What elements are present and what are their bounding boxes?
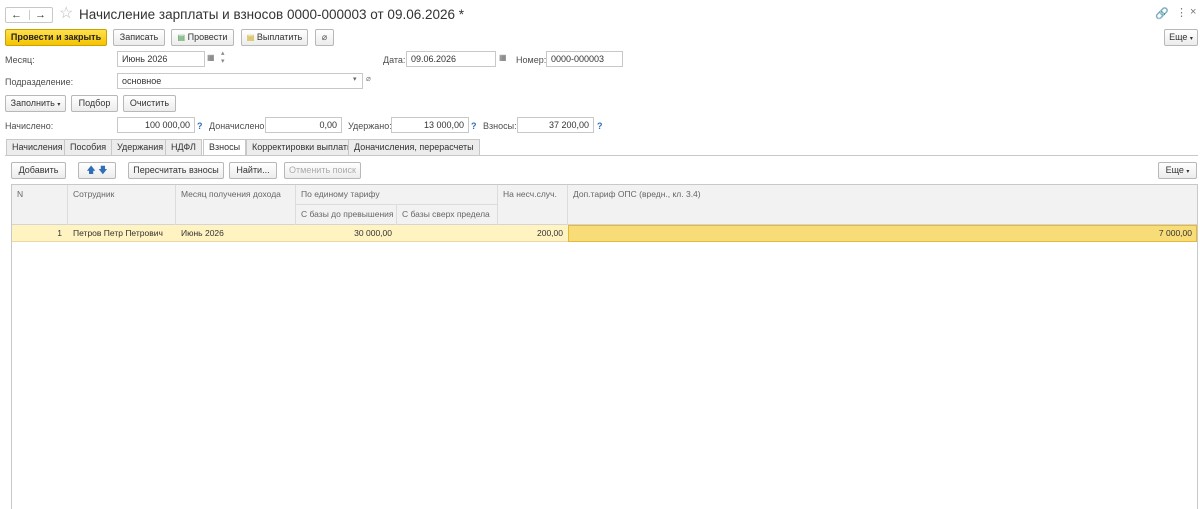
header-n[interactable]: N [17,189,23,200]
number-label: Номер: [516,55,547,65]
header-income-month[interactable]: Месяц получения дохода [181,189,281,200]
header-below-base[interactable]: С базы до превышения [301,209,394,220]
tab-ndfl[interactable]: НДФЛ [165,139,202,155]
accrued-field[interactable]: 100 000,00 [117,117,195,133]
add-row-button[interactable]: Добавить [11,162,66,179]
pay-button[interactable]: ▤ Выплатить [241,29,308,46]
date-field[interactable]: 09.06.2026 [406,51,496,67]
row-below-base: 30 000,00 [354,228,392,238]
extra-accrued-field[interactable]: 0,00 [265,117,342,133]
header-accident[interactable]: На несч.случ. [503,189,557,200]
withheld-field[interactable]: 13 000,00 [391,117,469,133]
row-employee: Петров Петр Петрович [73,228,163,238]
save-button[interactable]: Записать [113,29,165,46]
post-doc-icon: ▤ [177,33,186,42]
nav-divider [29,10,30,20]
month-field[interactable]: Июнь 2026 [117,51,205,67]
back-arrow-icon[interactable]: ← [11,8,22,22]
tab-payment-corrections[interactable]: Корректировки выплаты [246,139,360,155]
fill-chevron-down-icon: ▾ [57,102,61,108]
attach-button[interactable]: ⌀ [315,29,334,46]
more-button[interactable]: Еще ▾ [1164,29,1198,46]
row-extra-ops: 7 000,00 [1158,228,1192,238]
select-button[interactable]: Подбор [71,95,118,112]
pay-button-label: Выплатить [256,32,303,42]
table-more-label: Еще [1165,165,1184,175]
contributions-label: Взносы: [483,121,517,131]
move-down-icon[interactable]: 🡇 [98,165,107,175]
header-extra-ops[interactable]: Доп.тариф ОПС (вредн., кл. 3.4) [573,189,701,200]
contributions-help-icon[interactable]: ? [597,120,603,132]
month-spin-icon[interactable]: ▴ ▾ [221,50,225,66]
extra-accrued-label: Доначислено: [209,121,267,131]
post-and-close-button[interactable]: Провести и закрыть [5,29,107,46]
paperclip-icon: ⌀ [321,32,328,42]
forward-arrow-icon[interactable]: → [35,8,46,22]
tab-benefits[interactable]: Пособия [64,139,113,155]
table-more-button[interactable]: Еще ▾ [1158,162,1197,179]
page-title: Начисление зарплаты и взносов 0000-00000… [79,7,465,22]
clear-button[interactable]: Очистить [123,95,176,112]
link-icon[interactable]: 🔗 [1155,7,1169,20]
tab-contributions[interactable]: Взносы [203,139,247,156]
move-buttons: 🡅 🡇 [78,162,116,179]
number-field[interactable]: 0000-000003 [546,51,623,67]
calendar-icon[interactable]: ▦ [207,53,215,62]
tab-strip-line [5,155,1198,156]
tab-accruals[interactable]: Начисления [6,139,69,155]
header-above-base[interactable]: С базы сверх предела [402,209,490,220]
dropdown-icon[interactable]: ▾ [353,75,357,83]
header-employee[interactable]: Сотрудник [73,189,114,200]
close-icon[interactable]: × [1190,6,1196,18]
row-n: 1 [57,228,62,238]
move-up-icon[interactable]: 🡅 [86,165,95,175]
more-button-label: Еще [1169,32,1188,42]
fill-button-label: Заполнить [10,98,55,108]
department-field[interactable]: основное [117,73,363,89]
table-more-chevron-icon: ▾ [1186,169,1190,175]
withheld-label: Удержано: [348,121,392,131]
withheld-help-icon[interactable]: ? [471,120,477,132]
find-button[interactable]: Найти... [229,162,277,179]
favorite-star-icon[interactable]: ☆ [59,4,73,24]
date-calendar-icon[interactable]: ▦ [499,53,507,62]
cancel-search-button[interactable]: Отменить поиск [284,162,361,179]
recalc-contributions-button[interactable]: Пересчитать взносы [128,162,224,179]
department-label: Подразделение: [5,77,74,87]
subheader-line [296,204,497,205]
tab-withholdings[interactable]: Удержания [111,139,170,155]
pay-doc-icon: ▤ [246,33,255,42]
post-button-label: Провести [187,32,228,42]
date-label: Дата: [383,55,406,65]
tab-recalculations[interactable]: Доначисления, перерасчеты [348,139,480,155]
accrued-help-icon[interactable]: ? [197,120,203,132]
contributions-field[interactable]: 37 200,00 [517,117,594,133]
chevron-down-icon: ▾ [1189,36,1193,42]
row-accident: 200,00 [537,228,563,238]
open-link-icon[interactable]: ⌀ [366,74,371,83]
fill-button[interactable]: Заполнить ▾ [5,95,66,112]
accrued-label: Начислено: [5,121,54,131]
row-income-month: Июнь 2026 [181,228,224,238]
nav-back-forward: ← → [5,7,53,23]
header-single-tariff[interactable]: По единому тарифу [301,189,380,200]
month-label: Месяц: [5,55,35,65]
post-button[interactable]: ▤ Провести [171,29,234,46]
more-vert-icon[interactable]: ⋮ [1176,6,1187,19]
